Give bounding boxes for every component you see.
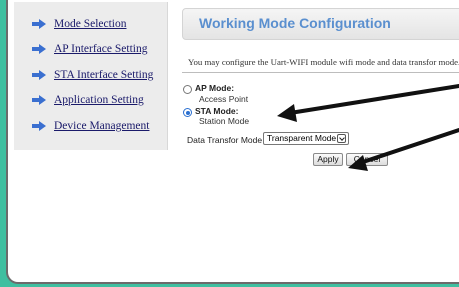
page-title: Working Mode Configuration xyxy=(199,15,391,31)
arrow-right-icon xyxy=(32,19,46,29)
divider xyxy=(182,72,459,73)
data-transfer-mode-label: Data Transfor Mode xyxy=(187,135,263,145)
arrow-right-icon xyxy=(32,70,46,80)
sta-mode-subtitle: Station Mode xyxy=(199,116,250,126)
ap-mode-subtitle: Access Point xyxy=(199,94,249,104)
sidebar-item-label: Application Setting xyxy=(54,94,144,106)
arrow-right-icon xyxy=(32,95,46,105)
sidebar-item-mode-selection[interactable]: Mode Selection xyxy=(32,16,127,32)
apply-button[interactable]: Apply xyxy=(313,153,343,166)
sidebar-item-label: AP Interface Setting xyxy=(54,43,148,55)
data-transfer-mode-select[interactable]: Transparent Mode xyxy=(263,132,349,145)
arrow-right-icon xyxy=(32,44,46,54)
page-description: You may configure the Uart-WIFI module w… xyxy=(188,57,459,67)
sidebar-item-device-management[interactable]: Device Management xyxy=(32,118,149,134)
sidebar-item-label: Device Management xyxy=(54,120,150,132)
sidebar-item-label: STA Interface Setting xyxy=(54,69,154,81)
sidebar-nav: Mode Selection AP Interface Setting STA … xyxy=(14,2,168,150)
sta-mode-radio[interactable] xyxy=(183,108,192,117)
arrow-right-icon xyxy=(32,121,46,131)
cancel-button[interactable]: Cancel xyxy=(346,153,388,166)
page-header: Working Mode Configuration xyxy=(182,8,459,40)
ap-mode-radio[interactable] xyxy=(183,85,192,94)
sidebar-item-label: Mode Selection xyxy=(54,18,127,30)
sidebar-item-ap-interface[interactable]: AP Interface Setting xyxy=(32,41,147,57)
select-value: Transparent Mode xyxy=(267,133,337,143)
sta-mode-label: STA Mode: xyxy=(195,106,239,116)
sidebar-item-application[interactable]: Application Setting xyxy=(32,92,144,108)
ap-mode-label: AP Mode: xyxy=(195,83,235,93)
ap-mode-option: AP Mode: xyxy=(183,84,234,94)
sidebar-item-sta-interface[interactable]: STA Interface Setting xyxy=(32,67,153,83)
chevron-down-icon xyxy=(337,134,346,143)
